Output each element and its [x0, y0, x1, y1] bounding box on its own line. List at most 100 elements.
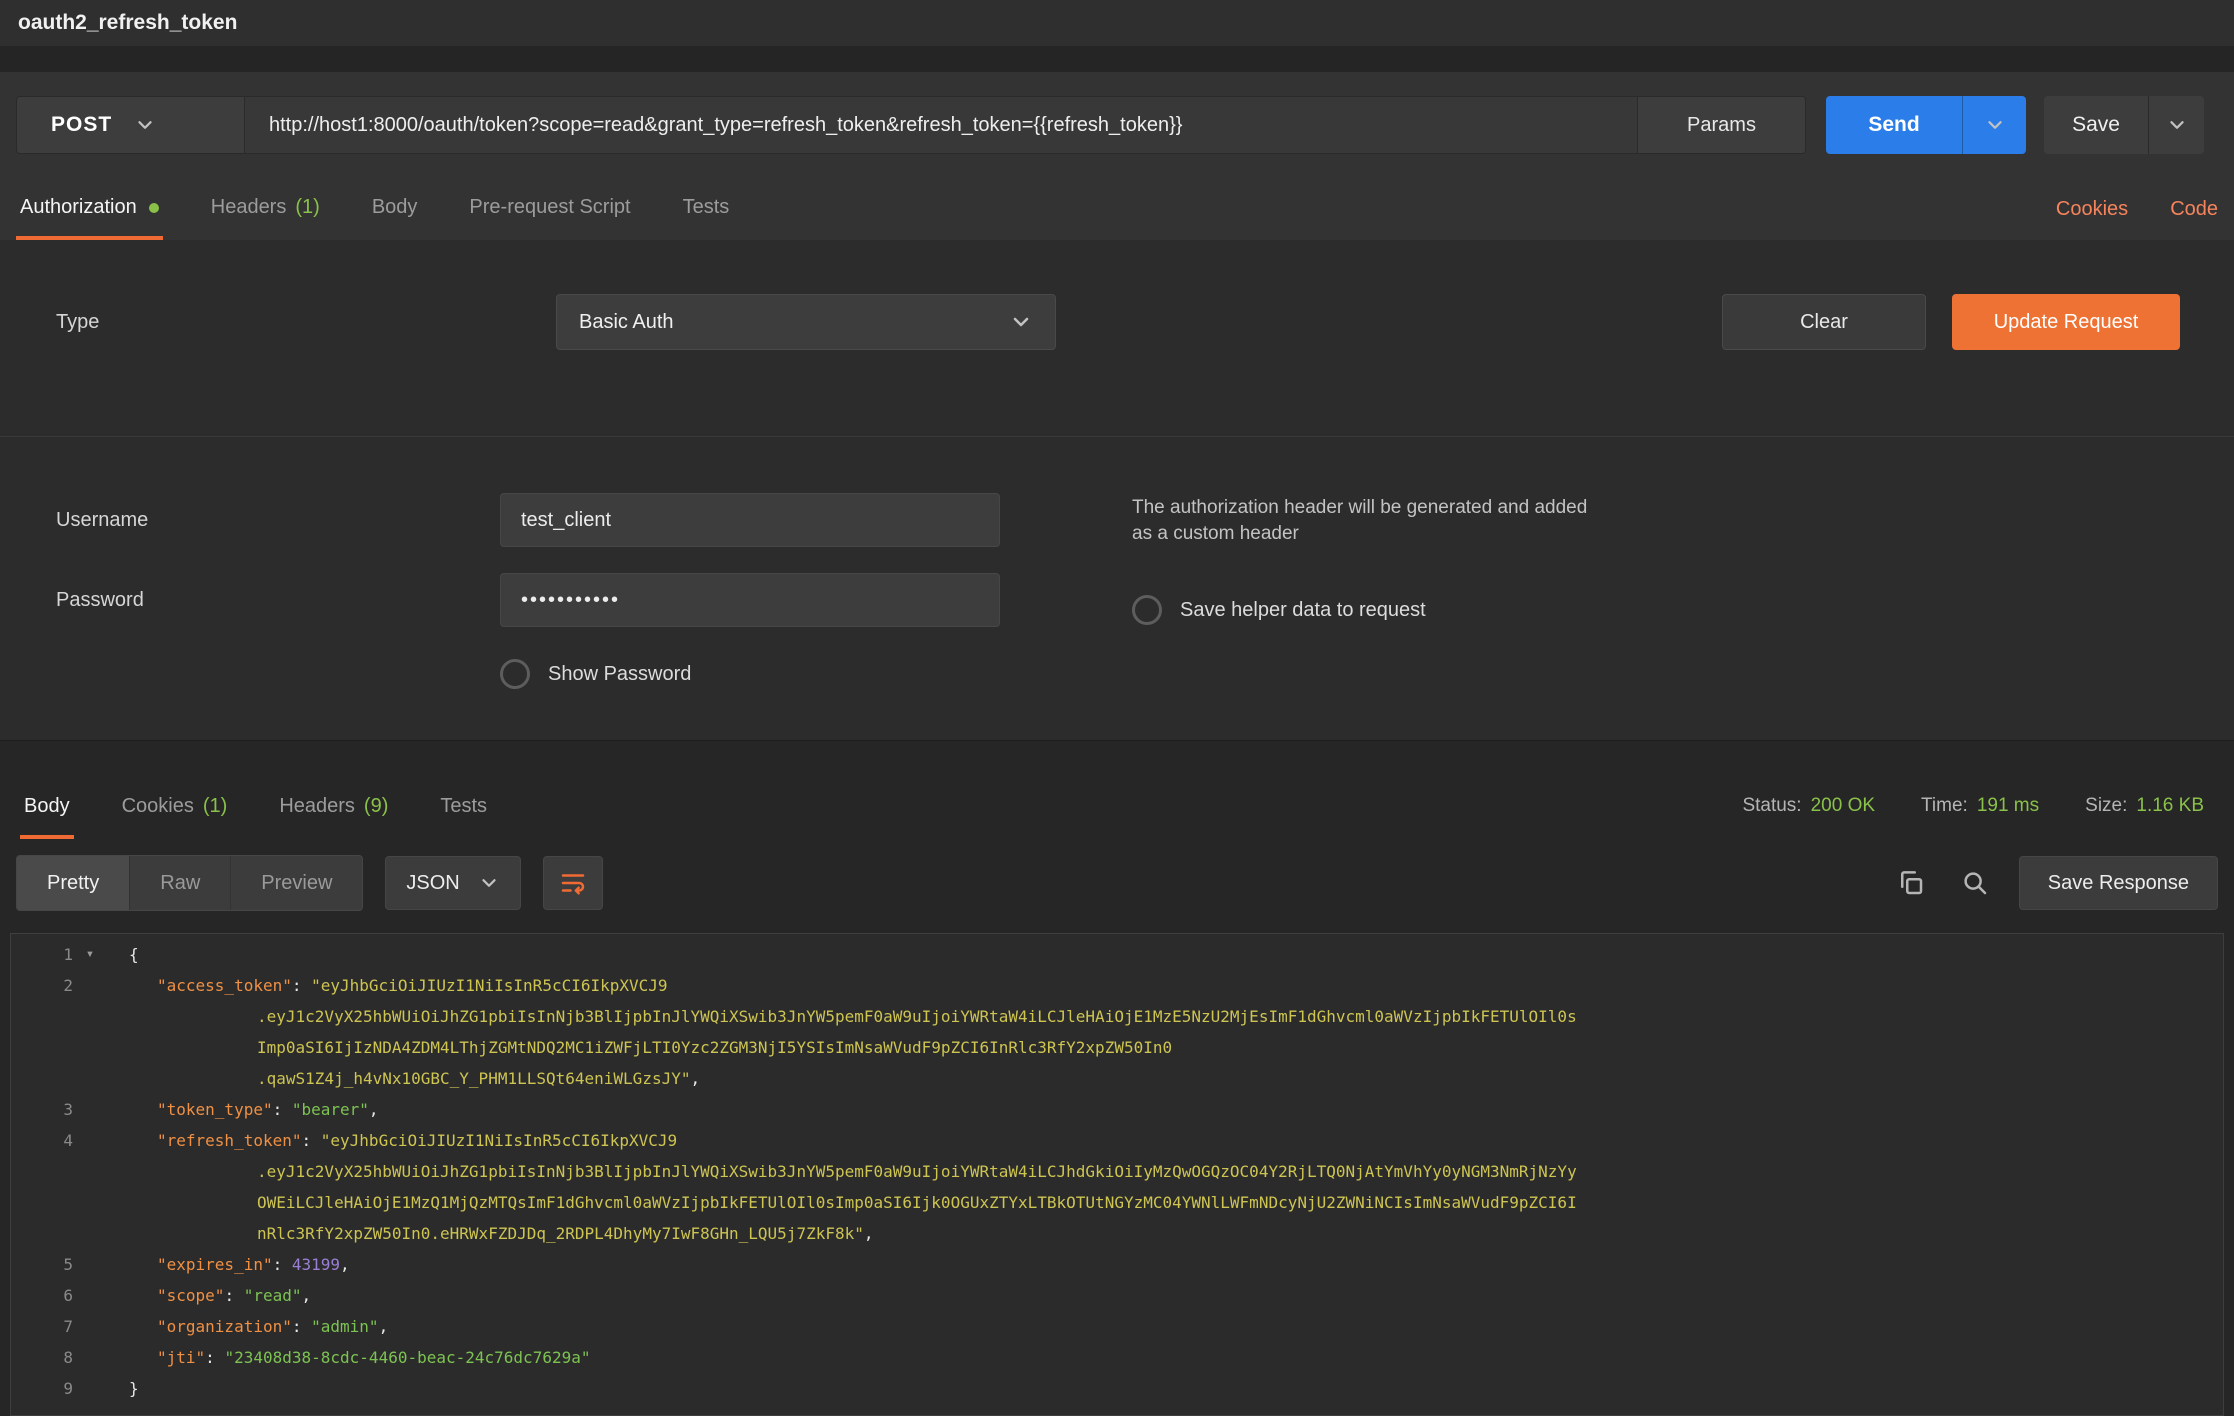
tab-label: Cookies [122, 795, 194, 818]
save-response-button[interactable]: Save Response [2019, 856, 2218, 910]
request-tab-tests[interactable]: Tests [679, 196, 734, 240]
request-title: oauth2_refresh_token [18, 11, 237, 35]
line-number: 8 [11, 1342, 73, 1373]
save-button[interactable]: Save [2044, 96, 2148, 154]
update-request-button[interactable]: Update Request [1952, 294, 2180, 350]
format-select[interactable]: JSON [385, 856, 520, 910]
password-label: Password [56, 589, 500, 612]
code-line: 2"access_token": "eyJhbGciOiJIUzI1NiIsIn… [11, 970, 2223, 1001]
cookies-link[interactable]: Cookies [2056, 198, 2128, 221]
params-button[interactable]: Params [1637, 97, 1805, 153]
fold-toggle-icon[interactable]: ▾ [73, 939, 107, 970]
code-link[interactable]: Code [2170, 198, 2218, 221]
fold-spacer [73, 970, 107, 1001]
tab-count: (9) [364, 795, 388, 818]
request-tabs: Authorization Headers(1) Body Pre-request S… [16, 196, 777, 240]
save-label: Save [2072, 113, 2120, 137]
code-line: 8"jti": "23408d38-8cdc-4460-beac-24c76dc… [11, 1342, 2223, 1373]
response-toolbar: PrettyRawPreview JSON [16, 855, 2218, 911]
response-section: BodyCookies(1)Headers(9)Tests Status:200… [0, 740, 2234, 1416]
tab-label: Tests [683, 196, 730, 219]
response-meta: Status:200 OKTime:191 msSize:1.16 KB [1696, 795, 2204, 839]
method-label: POST [51, 113, 112, 137]
line-number: 7 [11, 1311, 73, 1342]
response-tabs: Body Cookies(1) Headers (9) Tests [20, 795, 535, 839]
response-tab-tests[interactable]: Tests [436, 795, 491, 839]
response-meta-size: Size:1.16 KB [2085, 795, 2204, 817]
code-line: 1▾{ [11, 939, 2223, 970]
chevron-down-icon [478, 872, 500, 894]
url-group: POST Params [16, 96, 1806, 154]
password-row: Password [56, 573, 1062, 627]
code-text: .qawS1Z4j_h4vNx10GBC_Y_PHM1LLSQt64eniWLG… [115, 1063, 700, 1094]
request-tab-headers[interactable]: Headers(1) [207, 196, 324, 240]
send-label: Send [1868, 113, 1919, 137]
url-row: POST Params Send [16, 96, 2218, 154]
tab-label: Headers [279, 795, 355, 818]
line-number: 6 [11, 1280, 73, 1311]
request-tab-links: Cookies Code [2014, 198, 2218, 240]
response-tab-body[interactable]: Body [20, 795, 74, 839]
response-meta-time: Time:191 ms [1921, 795, 2039, 817]
code-text: { [115, 939, 139, 970]
code-text: "scope": "read", [115, 1280, 311, 1311]
search-button[interactable] [1951, 859, 1999, 907]
code-text: .eyJ1c2VyX25hbWUiOiJhZG1pbiIsInNjb3BlIjp… [115, 1156, 1577, 1187]
username-input[interactable] [500, 493, 1000, 547]
topbar-gap [0, 46, 2234, 72]
save-helper-label: Save helper data to request [1180, 599, 1426, 622]
line-number [11, 1187, 73, 1218]
fold-spacer [73, 1125, 107, 1156]
request-tab-authorization[interactable]: Authorization [16, 196, 163, 240]
fold-spacer [73, 1218, 107, 1249]
response-toolbar-right: Save Response [1871, 856, 2218, 910]
code-text: } [115, 1373, 139, 1404]
line-number [11, 1032, 73, 1063]
auth-type-select[interactable]: Basic Auth [556, 294, 1056, 350]
send-options-button[interactable] [1962, 96, 2026, 154]
username-row: Username [56, 493, 1062, 547]
code-gutter: 4 [11, 1125, 115, 1156]
code-line: 5"expires_in": 43199, [11, 1249, 2223, 1280]
send-button[interactable]: Send [1826, 96, 1962, 154]
request-tab-pre-request-script[interactable]: Pre-request Script [465, 196, 634, 240]
fold-spacer [73, 1342, 107, 1373]
password-input[interactable] [500, 573, 1000, 627]
auth-type-row: Type Basic Auth Clear Update Request [0, 240, 2234, 350]
url-input[interactable] [245, 97, 1637, 153]
response-body-code[interactable]: 1▾{2"access_token": "eyJhbGciOiJIUzI1NiI… [10, 933, 2224, 1416]
show-password-radio[interactable] [500, 659, 530, 689]
view-mode-pretty[interactable]: Pretty [17, 856, 130, 910]
topbar: oauth2_refresh_token [0, 0, 2234, 46]
copy-button[interactable] [1887, 859, 1935, 907]
method-select[interactable]: POST [17, 97, 245, 153]
fold-spacer [73, 1280, 107, 1311]
postman-app: oauth2_refresh_token POST Params Send [0, 0, 2234, 1416]
view-mode-toggle: PrettyRawPreview [16, 855, 363, 911]
code-line: nRlc3RfY2xpZW50In0.eHRWxFZDJDq_2RDPL4Dhy… [11, 1218, 2223, 1249]
auth-type-label: Type [56, 311, 556, 334]
line-number: 2 [11, 970, 73, 1001]
wrap-text-button[interactable] [543, 856, 603, 910]
meta-value: 200 OK [1811, 795, 1875, 816]
authorization-panel: Type Basic Auth Clear Update Request Use… [0, 240, 2234, 740]
auth-type-value: Basic Auth [579, 311, 674, 334]
response-tab-headers[interactable]: Headers (9) [275, 795, 392, 839]
view-mode-preview[interactable]: Preview [231, 856, 362, 910]
line-number [11, 1156, 73, 1187]
code-gutter: 2 [11, 970, 115, 1001]
request-tab-body[interactable]: Body [368, 196, 422, 240]
line-number: 5 [11, 1249, 73, 1280]
code-gutter [11, 1001, 115, 1032]
code-line: 4"refresh_token": "eyJhbGciOiJIUzI1NiIsI… [11, 1125, 2223, 1156]
code-text: "organization": "admin", [115, 1311, 388, 1342]
clear-button[interactable]: Clear [1722, 294, 1926, 350]
save-helper-radio[interactable] [1132, 595, 1162, 625]
save-options-button[interactable] [2148, 96, 2204, 154]
line-number [11, 1218, 73, 1249]
view-mode-raw[interactable]: Raw [130, 856, 231, 910]
response-tab-cookies[interactable]: Cookies(1) [118, 795, 232, 839]
line-number: 3 [11, 1094, 73, 1125]
line-number: 9 [11, 1373, 73, 1404]
clear-label: Clear [1800, 311, 1848, 334]
